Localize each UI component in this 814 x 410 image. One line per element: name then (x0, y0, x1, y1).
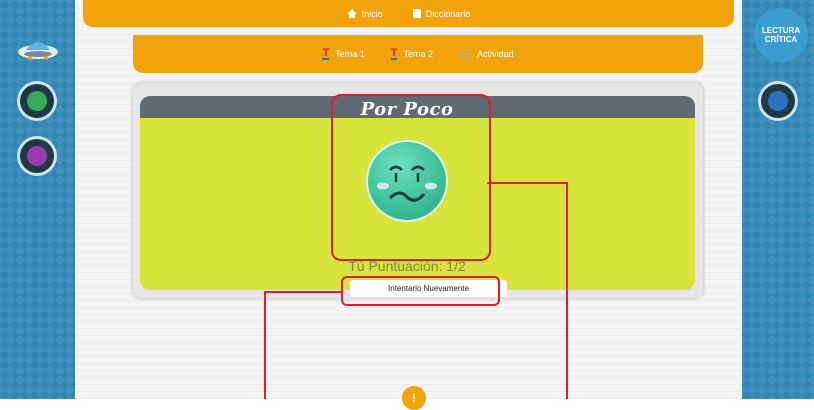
tab-label: Tema 2 (403, 49, 433, 59)
tab-tema-2[interactable]: T Tema 2 (390, 46, 433, 60)
activity-icon (458, 48, 471, 60)
home-icon (346, 9, 357, 18)
left-purple-round-button[interactable] (20, 139, 54, 173)
annotation-line (487, 182, 567, 184)
tab-tema-1[interactable]: T Tema 1 (322, 46, 365, 60)
tab-label: Tema 1 (335, 49, 365, 59)
left-rail (0, 0, 75, 399)
lectura-critica-badge: LECTURA CRÍTICA (754, 8, 808, 62)
badge-line-1: LECTURA (761, 26, 801, 35)
retry-highlight-box (341, 276, 500, 306)
help-button[interactable]: ! (402, 386, 426, 410)
dictionary-link[interactable]: Diccionario (412, 8, 471, 19)
top-nav: Inicio Diccionario (83, 0, 734, 27)
annotation-line (566, 182, 568, 399)
badge-line-2: CRÍTICA (764, 35, 798, 44)
home-link[interactable]: Inicio (346, 8, 383, 19)
dictionary-icon (412, 9, 421, 18)
tabs-bar: T Tema 1 T Tema 2 Actividad (133, 35, 703, 73)
tema-icon: T (390, 46, 398, 60)
tab-label: Actividad (476, 49, 514, 59)
ufo-icon (18, 42, 58, 60)
right-rail: LECTURA CRÍTICA (742, 0, 814, 399)
purple-circle-icon (27, 146, 47, 166)
home-label: Inicio (361, 8, 383, 19)
dictionary-label: Diccionario (425, 8, 471, 19)
tema-icon: T (322, 46, 330, 60)
tab-actividad[interactable]: Actividad (458, 48, 514, 60)
face-highlight-box (331, 94, 491, 261)
annotation-line (264, 291, 266, 399)
annotation-line (264, 291, 342, 293)
